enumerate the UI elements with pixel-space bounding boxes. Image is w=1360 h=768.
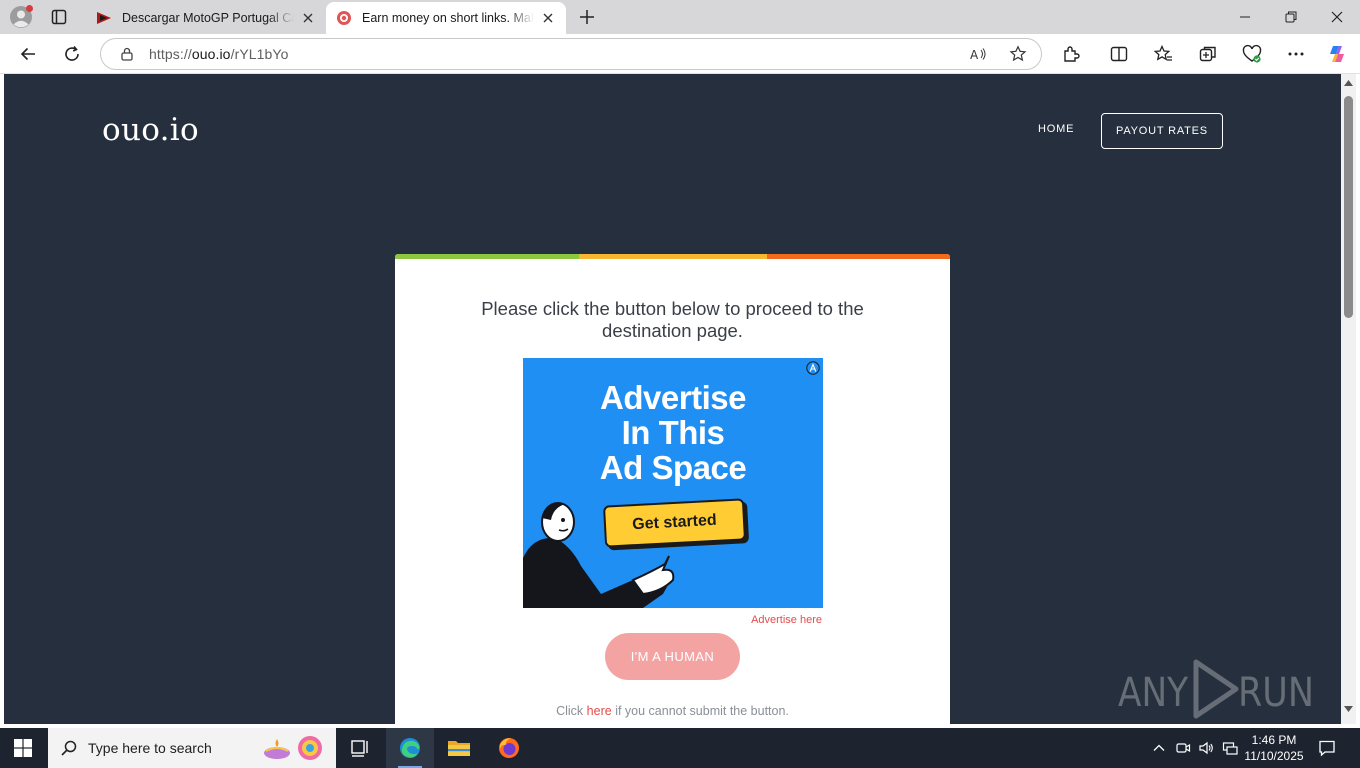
new-tab-icon[interactable] xyxy=(578,8,596,26)
search-highlight-diwali-icon xyxy=(264,736,322,760)
proceed-message: Please click the button below to proceed… xyxy=(481,298,864,341)
url-text[interactable]: https://ouo.io/rYL1bYo xyxy=(149,46,288,62)
ouo-favicon-icon xyxy=(337,11,351,25)
help-here-link[interactable]: here xyxy=(587,704,612,718)
url-path: /rYL1bYo xyxy=(230,46,289,62)
ad-character-illustration-icon xyxy=(523,502,675,608)
restore-icon[interactable] xyxy=(1283,9,1299,25)
ad-headline-line: Ad Space xyxy=(599,449,747,486)
more-options-icon[interactable] xyxy=(1286,44,1306,64)
firefox-icon xyxy=(499,738,519,758)
svg-text:RUN: RUN xyxy=(1238,670,1314,716)
nav-home-link[interactable]: HOME xyxy=(1038,123,1074,135)
page-scrollbar[interactable] xyxy=(1341,74,1356,724)
browser-essentials-icon[interactable] xyxy=(1242,44,1262,64)
tab-title: Descargar MotoGP Portugal Carrera xyxy=(122,11,294,25)
help-prefix: Click xyxy=(556,704,584,718)
taskbar-search-box[interactable]: Type here to search xyxy=(48,728,336,768)
taskbar-file-explorer-app[interactable] xyxy=(435,728,483,768)
card-stripe-orange xyxy=(767,254,950,259)
ad-banner[interactable]: Advertise In This Ad Space Get started xyxy=(523,358,823,608)
browser-tab-strip: Descargar MotoGP Portugal Carrera Earn m… xyxy=(0,0,1360,34)
favorites-icon[interactable] xyxy=(1153,44,1173,64)
search-icon xyxy=(61,740,77,756)
edge-browser-icon xyxy=(400,738,420,758)
url-scheme: https:// xyxy=(149,46,192,62)
ad-headline: Advertise In This Ad Space xyxy=(523,380,823,485)
notification-center-icon[interactable] xyxy=(1318,739,1336,757)
svg-text:ANY: ANY xyxy=(1118,670,1188,716)
volume-speaker-icon[interactable] xyxy=(1198,740,1214,756)
meet-now-camera-icon[interactable] xyxy=(1175,740,1191,756)
ad-headline-line: Advertise xyxy=(600,379,746,416)
svg-text:A: A xyxy=(970,48,979,62)
tab-motogp[interactable]: Descargar MotoGP Portugal Carrera xyxy=(86,2,326,34)
favorite-star-icon[interactable] xyxy=(1009,45,1027,63)
ad-choices-icon[interactable] xyxy=(806,361,820,375)
card-stripe-yellow xyxy=(579,254,767,259)
tab-ouo-active[interactable]: Earn money on short links. Make sh xyxy=(326,2,566,34)
task-view-icon xyxy=(351,740,368,757)
clock-time: 1:46 PM xyxy=(1251,733,1297,747)
nav-payout-rates-button[interactable]: PAYOUT RATES xyxy=(1101,113,1223,149)
extensions-icon[interactable] xyxy=(1061,44,1081,64)
tab-actions-icon[interactable] xyxy=(50,8,68,26)
anyrun-watermark: ANY RUN xyxy=(1118,659,1314,719)
help-text: Click here if you cannot submit the butt… xyxy=(435,704,910,718)
page-viewport: ouo.io HOME PAYOUT RATES Please click th… xyxy=(4,74,1341,724)
address-bar[interactable]: https://ouo.io/rYL1bYo A xyxy=(100,38,1042,70)
task-view-button[interactable] xyxy=(336,728,384,768)
help-suffix: if you cannot submit the button. xyxy=(615,704,789,718)
url-host: ouo.io xyxy=(191,46,231,62)
search-placeholder: Type here to search xyxy=(88,740,212,756)
tab-title: Earn money on short links. Make sh xyxy=(362,11,534,25)
clock-date: 11/10/2025 xyxy=(1244,749,1304,763)
close-window-icon[interactable] xyxy=(1329,9,1345,25)
browser-toolbar: https://ouo.io/rYL1bYo A xyxy=(0,34,1360,74)
advertise-here-link[interactable]: Advertise here xyxy=(695,614,822,626)
back-arrow-icon[interactable] xyxy=(18,44,38,64)
proceed-card: Please click the button below to proceed… xyxy=(395,254,950,724)
lock-icon[interactable] xyxy=(119,46,135,62)
scroll-down-arrow-icon[interactable] xyxy=(1344,706,1353,712)
collections-icon[interactable] xyxy=(1198,44,1218,64)
site-logo[interactable]: ouo.io xyxy=(102,112,199,148)
scroll-up-arrow-icon[interactable] xyxy=(1344,80,1353,86)
copilot-icon[interactable] xyxy=(1327,44,1347,64)
motogp-favicon-icon xyxy=(97,12,111,24)
windows-start-icon[interactable] xyxy=(14,739,32,757)
taskbar-edge-app[interactable] xyxy=(386,728,434,768)
taskbar-clock[interactable]: 1:46 PM 11/10/2025 xyxy=(1238,732,1310,764)
show-hidden-icons-chevron-icon[interactable] xyxy=(1151,740,1167,756)
close-tab-icon[interactable] xyxy=(300,10,316,26)
file-explorer-folder-icon xyxy=(448,741,470,756)
profile-alert-dot xyxy=(26,5,33,12)
card-stripe-green xyxy=(395,254,579,259)
close-tab-icon[interactable] xyxy=(540,10,556,26)
scrollbar-thumb[interactable] xyxy=(1344,96,1353,318)
im-a-human-button[interactable]: I'M A HUMAN xyxy=(605,633,740,680)
refresh-icon[interactable] xyxy=(62,44,82,64)
minimize-icon[interactable] xyxy=(1237,9,1253,25)
ad-headline-line: In This xyxy=(621,414,725,451)
read-aloud-icon[interactable]: A xyxy=(969,45,987,63)
windows-taskbar: Type here to search 1:46 PM 11/10/2025 xyxy=(0,728,1360,768)
network-icon[interactable] xyxy=(1222,740,1238,756)
taskbar-firefox-app[interactable] xyxy=(485,728,533,768)
split-screen-icon[interactable] xyxy=(1109,44,1129,64)
